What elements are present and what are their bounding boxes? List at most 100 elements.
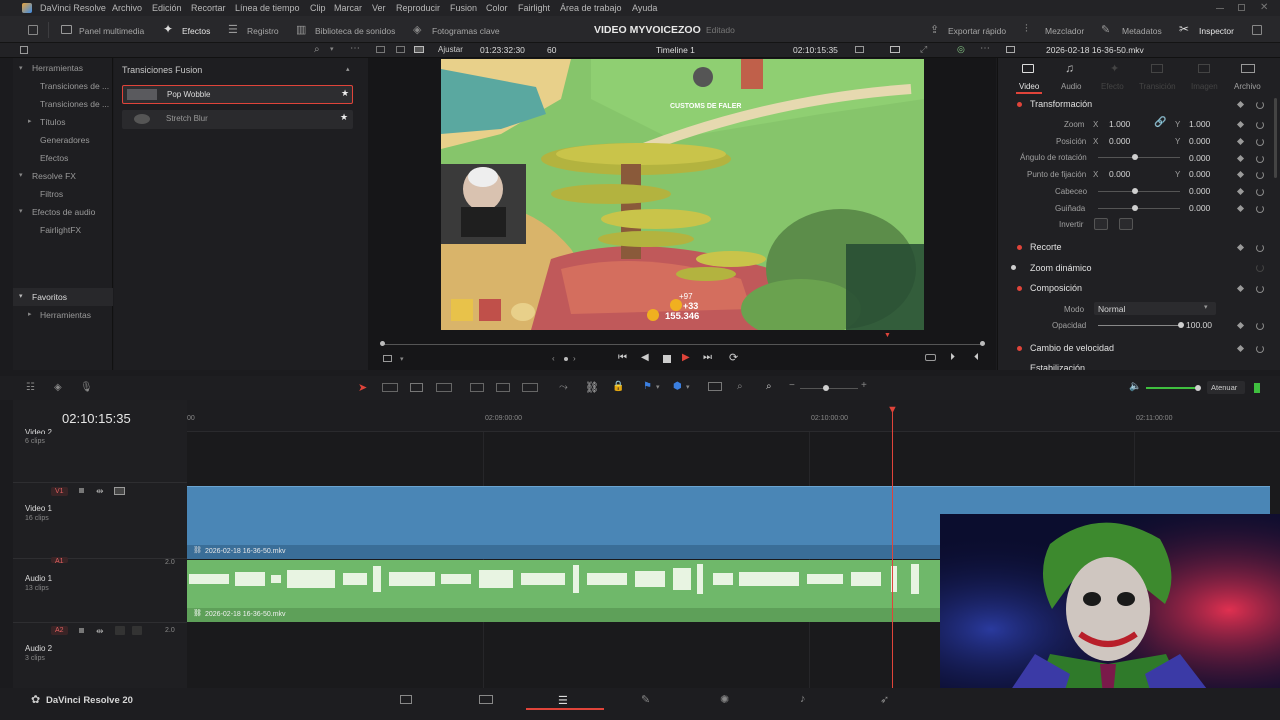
jog-center-icon[interactable] xyxy=(564,357,568,361)
guinada-slider-track[interactable] xyxy=(1098,208,1180,209)
media-pool-icon[interactable] xyxy=(61,25,72,34)
atenuar-button[interactable]: Atenuar xyxy=(1207,381,1245,394)
media-page-icon[interactable] xyxy=(400,695,412,704)
menu-clip[interactable]: Clip xyxy=(310,3,326,13)
file-tab-icon[interactable] xyxy=(1241,64,1255,73)
zoom-dinamico-dot[interactable] xyxy=(1011,265,1016,270)
flag-icon[interactable]: ⚑ xyxy=(643,381,652,392)
play-icon[interactable]: ▶ xyxy=(682,352,690,363)
reset-icon[interactable] xyxy=(1256,345,1264,353)
reset-icon[interactable] xyxy=(1256,121,1264,129)
metadata-icon[interactable]: ✎ xyxy=(1101,23,1110,36)
menu-ver[interactable]: Ver xyxy=(372,3,386,13)
viewer-single-icon[interactable] xyxy=(376,46,385,53)
filtros-item[interactable]: Filtros xyxy=(40,189,63,199)
quick-export-icon[interactable]: ⇪ xyxy=(930,23,939,36)
lock-icon[interactable] xyxy=(79,488,84,493)
keyframe-icon[interactable] xyxy=(1236,187,1245,196)
registro-button[interactable]: Registro xyxy=(247,26,279,36)
reset-icon[interactable] xyxy=(1256,171,1264,179)
reset-icon[interactable] xyxy=(1256,264,1264,272)
cabeceo-slider-knob[interactable] xyxy=(1132,188,1138,194)
zoom-detail-icon[interactable]: ⌕ xyxy=(737,381,743,392)
chevron-down-icon[interactable]: ▾ xyxy=(330,45,334,53)
fotogramas-clave-button[interactable]: Fotogramas clave xyxy=(432,26,500,36)
fusion-page-icon[interactable]: ✎ xyxy=(641,693,650,706)
position-lock-icon[interactable]: 🔒 xyxy=(612,381,624,392)
recorte-header[interactable]: Recorte xyxy=(1030,242,1062,252)
generadores-item[interactable]: Generadores xyxy=(40,135,90,145)
overwrite-clip-icon[interactable] xyxy=(496,383,510,392)
tab-video[interactable]: Video xyxy=(1019,82,1039,91)
sound-library-icon[interactable]: ▥ xyxy=(296,23,306,36)
selection-pointer-icon[interactable]: ➤ xyxy=(358,381,367,394)
tab-audio[interactable]: Audio xyxy=(1061,82,1081,91)
guinada-slider-knob[interactable] xyxy=(1132,205,1138,211)
loop-icon[interactable]: ⟳ xyxy=(729,351,738,364)
chevron-down-icon[interactable]: ▾ xyxy=(19,171,23,179)
zoom-full-icon[interactable] xyxy=(708,382,722,391)
chevron-down-icon[interactable]: ▾ xyxy=(19,207,23,215)
stop-icon[interactable] xyxy=(663,355,671,363)
exportar-rapido-button[interactable]: Exportar rápido xyxy=(948,26,1006,36)
edit-index-icon[interactable]: ☰ xyxy=(228,23,238,36)
scrubber-track[interactable] xyxy=(382,344,984,345)
zoom-slider-knob[interactable] xyxy=(823,385,829,391)
transiciones-video-item[interactable]: Transiciones de ... xyxy=(40,81,109,91)
next-clip-icon[interactable]: ⏵ xyxy=(950,352,955,363)
link-icon[interactable]: 🔗 xyxy=(1154,117,1166,128)
effects-wand-icon[interactable]: ✦ xyxy=(163,22,173,36)
modo-dropdown[interactable]: Normal ▾ xyxy=(1094,302,1216,315)
reset-icon[interactable] xyxy=(1256,188,1264,196)
mute-icon[interactable] xyxy=(132,626,142,635)
cut-page-icon[interactable] xyxy=(479,695,493,704)
opacidad-field[interactable]: 100.00 xyxy=(1186,320,1212,330)
replace-clip-icon[interactable] xyxy=(522,383,538,392)
chevron-down-icon[interactable]: ▾ xyxy=(19,64,23,72)
view-options-icon[interactable] xyxy=(890,46,900,53)
viewer-dual-icon[interactable] xyxy=(396,46,405,53)
favoritos-header[interactable]: ▾ Favoritos xyxy=(13,288,113,306)
jog-left-icon[interactable]: ‹ xyxy=(552,354,555,363)
chevron-down-icon[interactable]: ▾ xyxy=(656,383,660,391)
keyframe-icon[interactable] xyxy=(1236,154,1245,163)
effect-item-pop-wobble[interactable]: Pop Wobble ★ xyxy=(122,85,353,104)
previous-clip-icon[interactable]: ⏴ xyxy=(974,352,979,363)
angulo-field[interactable]: 0.000 xyxy=(1189,153,1210,163)
inspector-scrollbar[interactable] xyxy=(1274,98,1277,178)
efectos-audio-category[interactable]: Efectos de audio xyxy=(32,207,95,217)
flip-horizontal-icon[interactable] xyxy=(1094,218,1108,230)
more-options-icon[interactable]: ⋯ xyxy=(350,43,360,54)
transform-icon[interactable]: ⤢ xyxy=(920,44,927,55)
efectos-button[interactable]: Efectos xyxy=(182,26,210,36)
auto-select-icon[interactable]: ⇹ xyxy=(96,486,104,497)
zoom-y-field[interactable]: 1.000 xyxy=(1189,119,1210,129)
color-picker-icon[interactable]: ◎ xyxy=(957,44,965,55)
crop-tool-icon[interactable] xyxy=(383,355,392,362)
scrubber-end-handle[interactable] xyxy=(980,341,985,346)
zoom-x-field[interactable]: 1.000 xyxy=(1109,119,1130,129)
keyframe-icon[interactable] xyxy=(1236,321,1245,330)
playhead-line[interactable] xyxy=(892,412,893,688)
effect-item-stretch-blur[interactable]: Stretch Blur ★ xyxy=(122,110,353,129)
snapping-icon[interactable]: ⤳ xyxy=(559,381,568,394)
go-to-end-icon[interactable]: ⏭ xyxy=(703,352,712,363)
maximize-icon[interactable] xyxy=(1238,4,1245,11)
track-id-a2[interactable]: A2 xyxy=(51,626,68,635)
menu-fairlight[interactable]: Fairlight xyxy=(518,3,550,13)
reset-icon[interactable] xyxy=(1256,285,1264,293)
keyframe-icon[interactable] xyxy=(1236,284,1245,293)
color-page-icon[interactable]: ✺ xyxy=(720,693,729,706)
go-to-start-icon[interactable]: ⏮ xyxy=(618,352,627,363)
blade-edit-icon[interactable] xyxy=(436,383,452,392)
opacidad-slider-knob[interactable] xyxy=(1178,322,1184,328)
volume-slider-track[interactable] xyxy=(1146,387,1198,389)
zoom-in-icon[interactable]: + xyxy=(861,380,867,391)
reset-icon[interactable] xyxy=(1256,138,1264,146)
menu-recortar[interactable]: Recortar xyxy=(191,3,226,13)
guinada-field[interactable]: 0.000 xyxy=(1189,203,1210,213)
audio-tab-icon[interactable]: ♫ xyxy=(1065,61,1074,75)
deliver-page-icon[interactable]: ➶ xyxy=(880,693,889,706)
panel-multimedia-button[interactable]: Panel multimedia xyxy=(79,26,144,36)
keyframe-icon[interactable] xyxy=(1236,243,1245,252)
